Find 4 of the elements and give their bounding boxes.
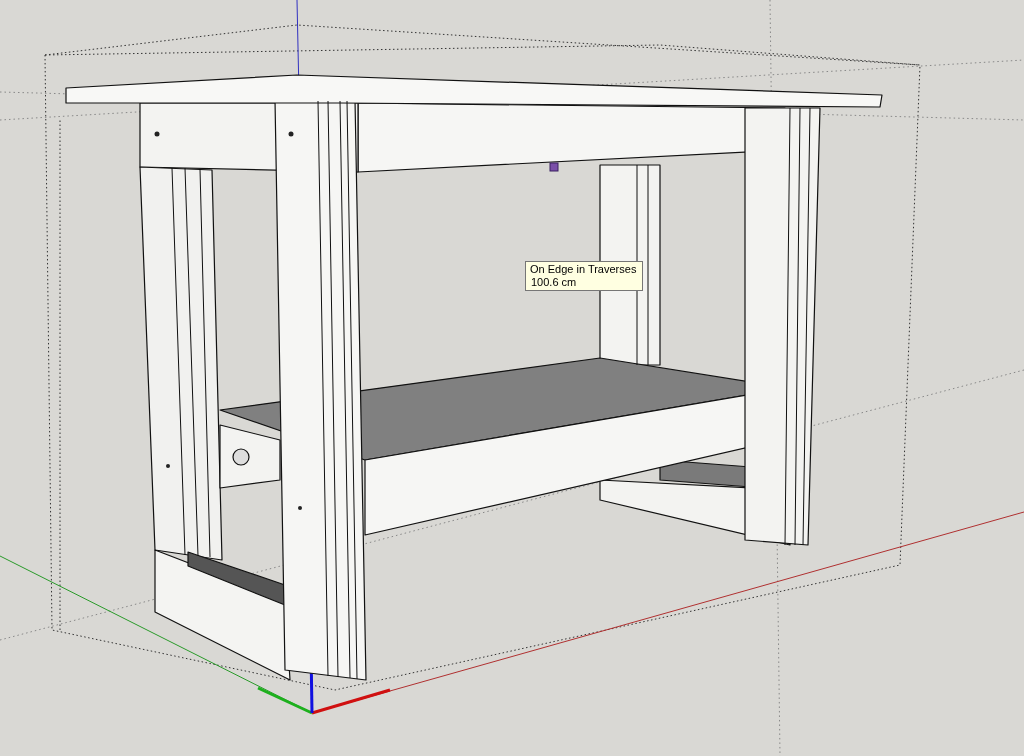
modeling-viewport[interactable]: On Edge in Traverses 100.6 cm [0,0,1024,756]
tooltip-text: On Edge in Traverses [530,263,638,276]
tooltip-text: 100.6 cm [530,276,578,289]
inference-point-icon [549,162,559,172]
